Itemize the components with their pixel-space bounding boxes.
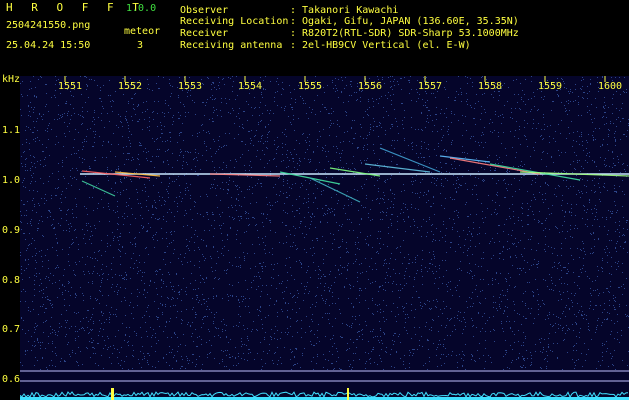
x-tick-1553: 1553 bbox=[178, 81, 203, 92]
header-panel: H R O F F T 1.0.0 2504241550.png 25.04.2… bbox=[0, 0, 629, 72]
antenna-label: Receiving antenna bbox=[180, 40, 283, 51]
app-version: 1.0.0 bbox=[126, 3, 157, 14]
y-tick-0-6: 0.6 bbox=[2, 374, 21, 385]
receiver-label: Receiver bbox=[180, 28, 229, 39]
meteor-count: 3 bbox=[137, 40, 144, 51]
spectrogram-canvas bbox=[20, 76, 629, 400]
y-tick-0-9: 0.9 bbox=[2, 225, 21, 236]
meteor-marker bbox=[111, 388, 114, 400]
antenna-value: : 2el-HB9CV Vertical (el. E-W) bbox=[290, 40, 471, 51]
location-value: : Ogaki, Gifu, JAPAN (136.60E, 35.35N) bbox=[290, 16, 519, 27]
y-unit-label: kHz bbox=[2, 74, 21, 85]
x-tick-1555: 1555 bbox=[298, 81, 323, 92]
x-tick-1600: 1600 bbox=[598, 81, 623, 92]
x-tick-1551: 1551 bbox=[58, 81, 83, 92]
y-tick-0-8: 0.8 bbox=[2, 275, 21, 286]
x-tick-1558: 1558 bbox=[478, 81, 503, 92]
x-tick-1554: 1554 bbox=[238, 81, 263, 92]
x-tick-1552: 1552 bbox=[118, 81, 143, 92]
filename-label: 2504241550.png bbox=[6, 20, 91, 31]
x-tick-1556: 1556 bbox=[358, 81, 383, 92]
x-tick-1559: 1559 bbox=[538, 81, 563, 92]
receiver-value: : R820T2(RTL-SDR) SDR-Sharp 53.1000MHz bbox=[290, 28, 519, 39]
spectrogram bbox=[20, 76, 629, 400]
location-label: Receiving Location bbox=[180, 16, 289, 27]
app-title: H R O F F T bbox=[6, 1, 145, 14]
y-tick-1-1: 1.1 bbox=[2, 125, 21, 136]
meteor-marker bbox=[347, 388, 349, 400]
spectrogram-background bbox=[20, 76, 629, 400]
y-tick-0-7: 0.7 bbox=[2, 324, 21, 335]
x-tick-1557: 1557 bbox=[418, 81, 443, 92]
y-tick-1-0: 1.0 bbox=[2, 175, 21, 186]
datetime-label: 25.04.24 15:50 bbox=[6, 40, 91, 51]
meteor-label: meteor bbox=[124, 26, 161, 37]
